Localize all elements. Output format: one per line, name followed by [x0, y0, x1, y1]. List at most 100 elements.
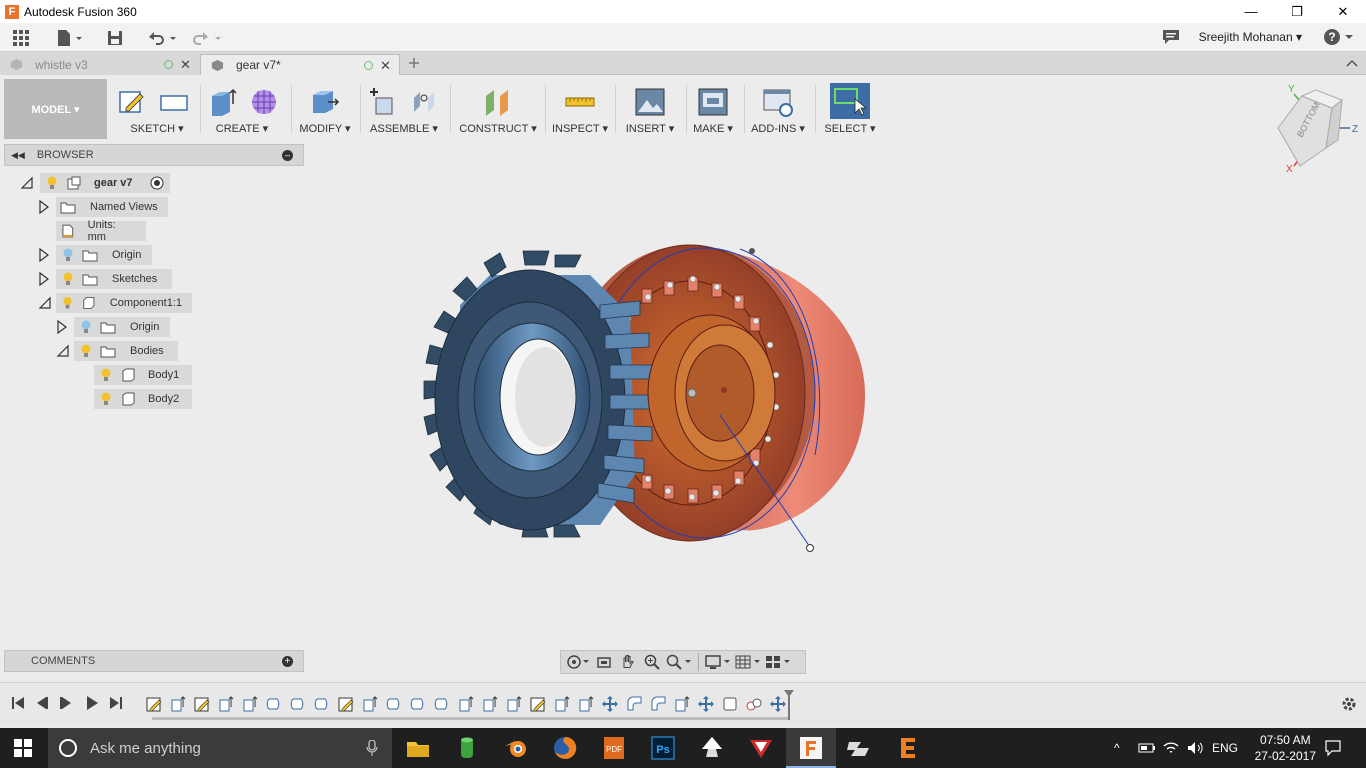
collapse-panel-icon[interactable]: ◀◀	[11, 150, 25, 161]
tree-item-body1[interactable]: Body1	[94, 365, 192, 385]
extrude-icon[interactable]	[206, 86, 238, 118]
tree-item-component1[interactable]: Component1:1	[56, 293, 192, 313]
3d-print-icon[interactable]	[697, 86, 729, 118]
step-back-icon[interactable]	[34, 695, 50, 711]
user-account-menu[interactable]: Sreejith Mohanan ▾	[1199, 30, 1302, 44]
timeline-move-feature-icon[interactable]	[697, 695, 715, 713]
red-v-app-icon[interactable]	[747, 734, 775, 762]
assemble-group[interactable]: ASSEMBLE ▾	[364, 79, 444, 139]
collapsed-triangle-icon[interactable]	[38, 272, 50, 286]
timeline-marker-icon[interactable]	[783, 689, 795, 721]
comment-icon[interactable]	[1162, 29, 1180, 48]
go-to-start-icon[interactable]	[10, 695, 26, 711]
construct-group[interactable]: CONSTRUCT ▾	[454, 79, 542, 139]
restore-button[interactable]: ❐	[1274, 0, 1320, 23]
view-cube[interactable]: BOTTOM Z Y X	[1272, 82, 1358, 172]
rectangle-icon[interactable]	[158, 86, 190, 118]
system-clock[interactable]: 07:50 AM 27-02-2017	[1255, 732, 1316, 764]
step-forward-icon[interactable]	[58, 695, 74, 711]
timeline-sketch-feature-icon[interactable]	[529, 695, 547, 713]
timeline-fillet-feature-icon[interactable]	[649, 695, 667, 713]
file-menu-icon[interactable]	[54, 26, 84, 50]
workspace-switcher[interactable]: MODEL ▾	[4, 79, 107, 139]
comments-header[interactable]: COMMENTS +	[4, 650, 304, 672]
visibility-bulb-icon[interactable]	[62, 248, 74, 262]
timeline-settings-gear-icon[interactable]	[1340, 695, 1358, 713]
timeline-extrude-feature-icon[interactable]	[361, 695, 379, 713]
expanded-triangle-icon[interactable]	[20, 176, 34, 190]
file-explorer-icon[interactable]	[404, 734, 432, 762]
visibility-bulb-icon[interactable]	[80, 320, 92, 334]
windows-start-icon[interactable]	[14, 739, 32, 757]
create-sketch-icon[interactable]	[116, 86, 148, 118]
visibility-bulb-icon[interactable]	[62, 296, 73, 310]
pan-hand-icon[interactable]	[617, 652, 639, 672]
action-center-icon[interactable]	[1324, 739, 1342, 757]
timeline-move-feature-icon[interactable]	[601, 695, 619, 713]
close-tab-icon[interactable]: ✕	[380, 58, 391, 74]
timeline-sketch-feature-icon[interactable]	[193, 695, 211, 713]
close-tab-icon[interactable]: ✕	[180, 57, 191, 73]
photoshop-icon[interactable]: Ps	[649, 734, 677, 762]
volume-icon[interactable]	[1186, 740, 1204, 756]
3d-model-viewport[interactable]	[420, 235, 880, 565]
tree-item-sketches[interactable]: Sketches	[56, 269, 172, 289]
timeline-revolve-feature-icon[interactable]	[289, 695, 307, 713]
zoom-icon[interactable]	[641, 652, 663, 672]
tree-item-units[interactable]: Units: mm	[56, 219, 146, 243]
timeline-revolve-feature-icon[interactable]	[265, 695, 283, 713]
collapsed-triangle-icon[interactable]	[38, 200, 50, 214]
input-language[interactable]: ENG	[1212, 728, 1238, 768]
new-component-icon[interactable]	[366, 86, 398, 118]
browser-header[interactable]: ◀◀ BROWSER –	[4, 144, 304, 166]
pdf-app-icon[interactable]: PDF	[600, 734, 628, 762]
timeline-extrude-feature-icon[interactable]	[481, 695, 499, 713]
visibility-bulb-icon[interactable]	[80, 344, 92, 358]
save-icon[interactable]	[105, 26, 125, 50]
inkscape-icon[interactable]	[698, 734, 726, 762]
timeline-revolve-feature-icon[interactable]	[409, 695, 427, 713]
new-tab-icon[interactable]	[408, 57, 420, 69]
tray-chevron-icon[interactable]: ^	[1114, 728, 1120, 768]
visibility-bulb-icon[interactable]	[62, 272, 74, 286]
microphone-icon[interactable]	[366, 740, 378, 756]
fusion-taskbar-active[interactable]	[786, 728, 836, 768]
orange-e-app-icon[interactable]	[894, 734, 922, 762]
minimize-panel-icon[interactable]: –	[282, 150, 293, 161]
look-at-icon[interactable]	[593, 652, 615, 672]
scripts-addins-icon[interactable]	[762, 86, 794, 118]
blender-icon[interactable]	[502, 734, 530, 762]
timeline-track[interactable]	[152, 717, 788, 720]
grid-settings-icon[interactable]	[734, 652, 762, 672]
timeline-sketch-feature-icon[interactable]	[337, 695, 355, 713]
timeline-revolve-feature-icon[interactable]	[385, 695, 403, 713]
timeline-revolve-feature-icon[interactable]	[313, 695, 331, 713]
timeline-extrude-feature-icon[interactable]	[553, 695, 571, 713]
help-menu[interactable]: ?	[1323, 28, 1354, 46]
activate-radio-icon[interactable]	[150, 176, 164, 190]
timeline-extrude-feature-icon[interactable]	[169, 695, 187, 713]
tab-whistle-v3[interactable]: whistle v3 ✕	[0, 54, 200, 75]
insert-image-icon[interactable]	[634, 86, 666, 118]
collapse-ribbon-icon[interactable]	[1346, 57, 1358, 71]
expanded-triangle-icon[interactable]	[56, 344, 70, 358]
modify-group[interactable]: MODIFY ▾	[294, 79, 356, 139]
press-pull-icon[interactable]	[308, 86, 340, 118]
add-comment-icon[interactable]: +	[282, 656, 293, 667]
undo-icon[interactable]	[145, 26, 179, 50]
tree-item-bodies[interactable]: Bodies	[74, 341, 178, 361]
sketch-group[interactable]: SKETCH ▾	[112, 79, 202, 139]
timeline-extrude-feature-icon[interactable]	[217, 695, 235, 713]
orbit-icon[interactable]	[565, 652, 591, 672]
tree-item-component-origin[interactable]: Origin	[74, 317, 170, 337]
viewports-icon[interactable]	[764, 652, 792, 672]
offset-plane-icon[interactable]	[482, 86, 514, 118]
measure-icon[interactable]	[564, 86, 596, 118]
make-group[interactable]: MAKE ▾	[688, 79, 738, 139]
timeline-revolve-feature-icon[interactable]	[433, 695, 451, 713]
create-group[interactable]: CREATE ▾	[202, 79, 282, 139]
timeline-box-feature-icon[interactable]	[721, 695, 739, 713]
redo-icon[interactable]	[190, 26, 224, 50]
collapsed-triangle-icon[interactable]	[56, 320, 68, 334]
timeline-fillet-feature-icon[interactable]	[625, 695, 643, 713]
